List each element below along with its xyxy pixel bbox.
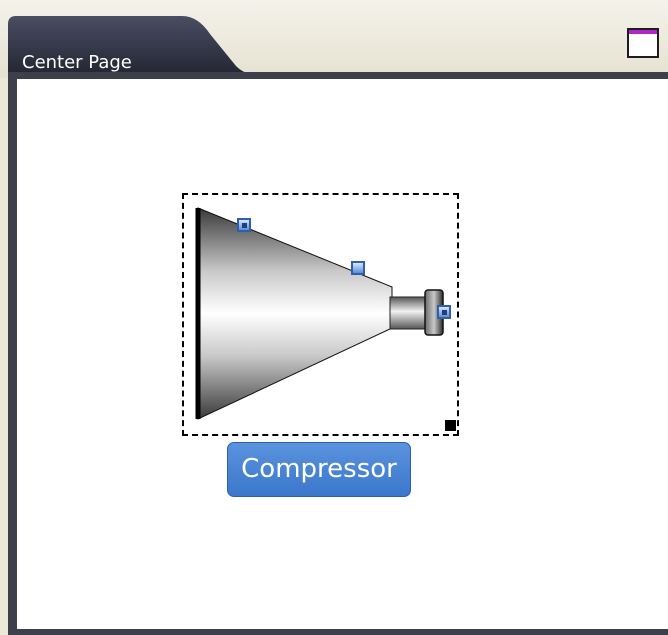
maximize-icon-titlebar <box>629 30 657 34</box>
maximize-icon <box>627 28 659 58</box>
compressor-component[interactable] <box>182 193 459 436</box>
port-inner-mark <box>442 310 447 315</box>
tab-label: Center Page <box>22 52 132 73</box>
maximize-button[interactable] <box>625 26 659 58</box>
component-label[interactable]: Compressor <box>227 442 411 497</box>
port-inner-mark <box>242 223 247 228</box>
editor-window: Center Page Compressor <box>0 0 668 635</box>
connection-port-icon[interactable] <box>237 218 251 232</box>
tab-center-page[interactable]: Center Page <box>8 16 254 74</box>
resize-handle[interactable] <box>445 420 456 431</box>
compressor-icon[interactable] <box>182 193 459 436</box>
connection-port-icon[interactable] <box>437 305 451 319</box>
tab-strip: Center Page <box>0 0 668 78</box>
connection-port-icon[interactable] <box>351 261 365 275</box>
